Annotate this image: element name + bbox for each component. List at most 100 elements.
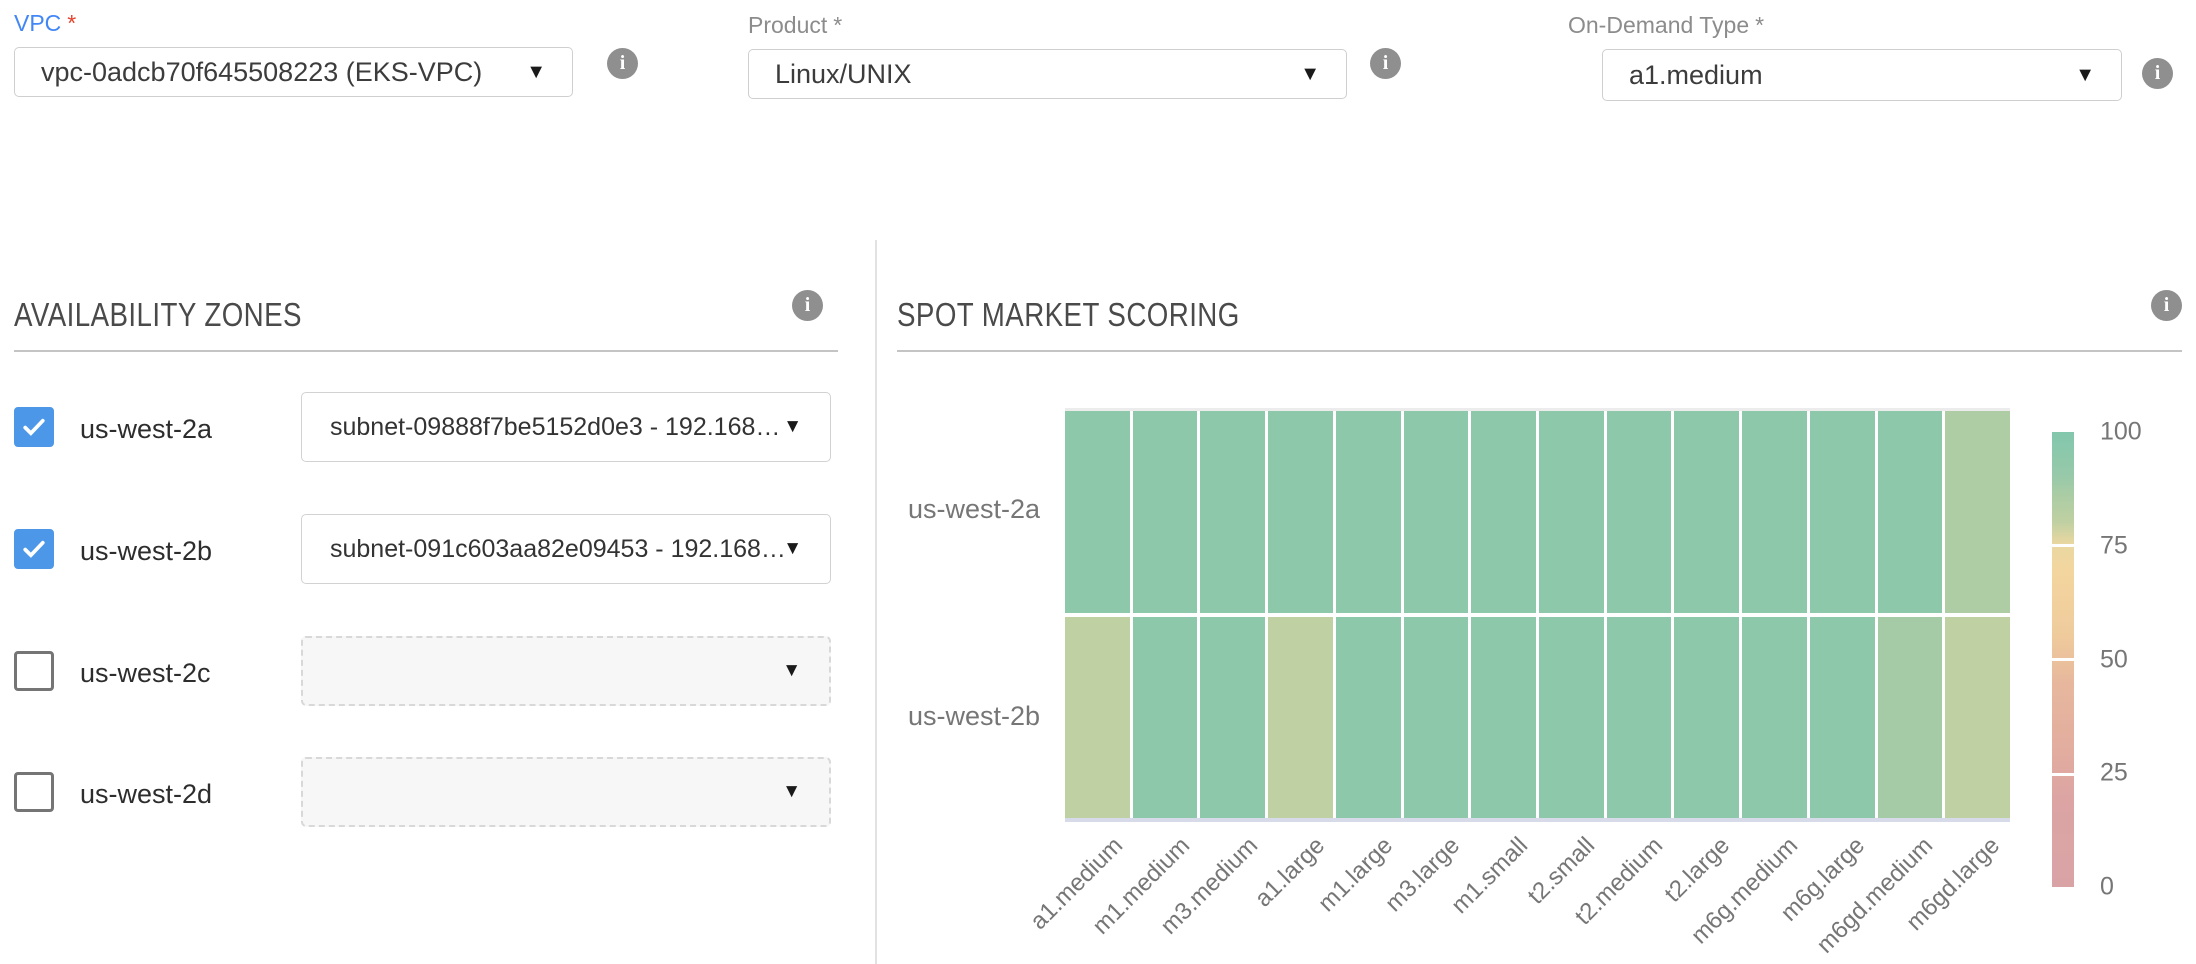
- dropdown-arrow-icon: ▼: [783, 538, 830, 560]
- heatmap-cell-us-west-2b-m1.large[interactable]: [1336, 617, 1401, 819]
- heatmap-cell-us-west-2a-t2.large[interactable]: [1674, 411, 1739, 613]
- heatmap-cell-us-west-2a-m6g.medium[interactable]: [1742, 411, 1807, 613]
- product-required-asterisk: *: [833, 12, 842, 38]
- heatmap-cell-us-west-2a-m3.large[interactable]: [1404, 411, 1469, 613]
- on-demand-type-label-text: On-Demand Type: [1568, 12, 1749, 38]
- vpc-select-value: vpc-0adcb70f645508223 (EKS-VPC): [15, 57, 526, 88]
- heatmap-cell-us-west-2a-m1.small[interactable]: [1471, 411, 1536, 613]
- y-tick-label-us-west-2b: us-west-2b: [880, 701, 1040, 732]
- zone-label-us-west-2c: us-west-2c: [80, 658, 211, 689]
- availability-zones-rule: [14, 350, 838, 352]
- zone-checkbox-us-west-2b[interactable]: [14, 529, 54, 569]
- product-select[interactable]: Linux/UNIX ▼: [748, 49, 1347, 99]
- heatmap-cell-us-west-2b-m3.large[interactable]: [1404, 617, 1469, 819]
- vpc-label: VPC*: [14, 10, 573, 37]
- heatmap-cell-us-west-2b-t2.medium[interactable]: [1607, 617, 1672, 819]
- dropdown-arrow-icon: ▼: [2075, 64, 2121, 87]
- on-demand-type-label: On-Demand Type*: [1568, 12, 2122, 39]
- colorbar-tick-label-75: 75: [2100, 531, 2128, 560]
- on-demand-type-select-value: a1.medium: [1603, 60, 2075, 91]
- colorbar-segment-25-0: [2052, 776, 2074, 888]
- colorbar-segment-50-25: [2052, 661, 2074, 773]
- zone-label-us-west-2b: us-west-2b: [80, 536, 212, 567]
- heatmap-cell-us-west-2b-m3.medium[interactable]: [1200, 617, 1265, 819]
- dropdown-arrow-icon: ▼: [782, 660, 829, 682]
- heatmap-cell-us-west-2a-m1.large[interactable]: [1336, 411, 1401, 613]
- product-label: Product*: [748, 12, 1347, 39]
- heatmap-cell-us-west-2b-m1.medium[interactable]: [1133, 617, 1198, 819]
- heatmap-cell-us-west-2a-a1.medium[interactable]: [1065, 411, 1130, 613]
- heatmap-cell-us-west-2b-t2.small[interactable]: [1539, 617, 1604, 819]
- subnet-select-us-west-2a[interactable]: subnet-09888f7be5152d0e3 - 192.168…▼: [301, 392, 831, 462]
- heatmap-cell-us-west-2a-t2.small[interactable]: [1539, 411, 1604, 613]
- zone-checkbox-us-west-2c[interactable]: [14, 651, 54, 691]
- heatmap-cell-us-west-2b-t2.large[interactable]: [1674, 617, 1739, 819]
- zone-checkbox-us-west-2d[interactable]: [14, 772, 54, 812]
- colorbar-tick-label-0: 0: [2100, 873, 2114, 902]
- zone-label-us-west-2d: us-west-2d: [80, 779, 212, 810]
- spot-market-scoring-title: SPOT MARKET SCORING: [897, 296, 1305, 334]
- zone-row-us-west-2d: us-west-2d ▼: [14, 757, 838, 827]
- subnet-select-value: subnet-091c603aa82e09453 - 192.168…: [302, 535, 783, 564]
- heatmap-cell-us-west-2b-m1.small[interactable]: [1471, 617, 1536, 819]
- availability-zones-title: AVAILABILITY ZONES: [14, 296, 357, 334]
- heatmap-cell-us-west-2a-m6gd.medium[interactable]: [1878, 411, 1943, 613]
- on-demand-type-select[interactable]: a1.medium ▼: [1602, 49, 2122, 101]
- colorbar-tick-label-50: 50: [2100, 645, 2128, 674]
- vpc-label-text: VPC: [14, 10, 61, 36]
- heatmap-cell-us-west-2a-m3.medium[interactable]: [1200, 411, 1265, 613]
- panel-divider: [875, 240, 877, 964]
- y-tick-label-us-west-2a: us-west-2a: [880, 494, 1040, 525]
- product-field-group: Product* Linux/UNIX ▼: [748, 12, 1347, 99]
- heatmap-grid: [1065, 408, 2010, 818]
- heatmap-cell-us-west-2b-a1.medium[interactable]: [1065, 617, 1130, 819]
- product-label-text: Product: [748, 12, 827, 38]
- spot-market-scoring-title-text: SPOT MARKET SCORING: [897, 296, 1240, 334]
- x-axis-line: [1065, 818, 2010, 822]
- heatmap-cell-us-west-2b-m6g.medium[interactable]: [1742, 617, 1807, 819]
- heatmap-cell-us-west-2b-m6gd.large[interactable]: [1945, 617, 2010, 819]
- vpc-field-group: VPC* vpc-0adcb70f645508223 (EKS-VPC) ▼: [14, 10, 573, 97]
- checkbox-check-icon: [19, 534, 49, 564]
- on-demand-type-field-group: On-Demand Type* a1.medium ▼: [1568, 12, 2122, 101]
- product-select-value: Linux/UNIX: [749, 59, 1300, 90]
- on-demand-type-info-icon[interactable]: i: [2142, 58, 2173, 89]
- dropdown-arrow-icon: ▼: [1300, 63, 1346, 86]
- heatmap-cell-us-west-2b-m6gd.medium[interactable]: [1878, 617, 1943, 819]
- x-tick-label-m1.large: m1.large: [1313, 832, 1399, 918]
- subnet-select-us-west-2b[interactable]: subnet-091c603aa82e09453 - 192.168…▼: [301, 514, 831, 584]
- subnet-select-value: subnet-09888f7be5152d0e3 - 192.168…: [302, 413, 783, 442]
- heatmap-cell-us-west-2a-m1.medium[interactable]: [1133, 411, 1198, 613]
- on-demand-type-required-asterisk: *: [1755, 12, 1764, 38]
- heatmap-cell-us-west-2a-t2.medium[interactable]: [1607, 411, 1672, 613]
- zone-row-us-west-2a: us-west-2a subnet-09888f7be5152d0e3 - 192…: [14, 392, 838, 462]
- vpc-info-icon[interactable]: i: [607, 48, 638, 79]
- heatmap-cell-us-west-2a-m6gd.large[interactable]: [1945, 411, 2010, 613]
- colorbar-segment-75-50: [2052, 547, 2074, 659]
- heatmap-cell-us-west-2a-a1.large[interactable]: [1268, 411, 1333, 613]
- zone-row-us-west-2b: us-west-2b subnet-091c603aa82e09453 - 192…: [14, 514, 838, 584]
- availability-zones-info-icon[interactable]: i: [792, 290, 823, 321]
- subnet-select-us-west-2c: ▼: [301, 636, 831, 706]
- zone-label-us-west-2a: us-west-2a: [80, 414, 212, 445]
- colorbar-tick-label-25: 25: [2100, 759, 2128, 788]
- colorbar-segment-100-75: [2052, 432, 2074, 544]
- heatmap-cell-us-west-2b-a1.large[interactable]: [1268, 617, 1333, 819]
- checkbox-check-icon: [19, 412, 49, 442]
- heatmap-cell-us-west-2b-m6g.large[interactable]: [1810, 617, 1875, 819]
- spot-market-scoring-rule: [897, 350, 2182, 352]
- heatmap-cell-us-west-2a-m6g.large[interactable]: [1810, 411, 1875, 613]
- dropdown-arrow-icon: ▼: [782, 781, 829, 803]
- product-info-icon[interactable]: i: [1370, 48, 1401, 79]
- subnet-select-us-west-2d: ▼: [301, 757, 831, 827]
- vpc-required-asterisk: *: [67, 10, 76, 36]
- dropdown-arrow-icon: ▼: [783, 416, 830, 438]
- vpc-select[interactable]: vpc-0adcb70f645508223 (EKS-VPC) ▼: [14, 47, 573, 97]
- colorbar-tick-label-100: 100: [2100, 418, 2142, 447]
- spot-market-scoring-info-icon[interactable]: i: [2151, 290, 2182, 321]
- zone-row-us-west-2c: us-west-2c ▼: [14, 636, 838, 706]
- dropdown-arrow-icon: ▼: [526, 61, 572, 84]
- spot-configuration-page: VPC* vpc-0adcb70f645508223 (EKS-VPC) ▼ i…: [0, 0, 2196, 964]
- zone-checkbox-us-west-2a[interactable]: [14, 407, 54, 447]
- availability-zones-title-text: AVAILABILITY ZONES: [14, 296, 302, 334]
